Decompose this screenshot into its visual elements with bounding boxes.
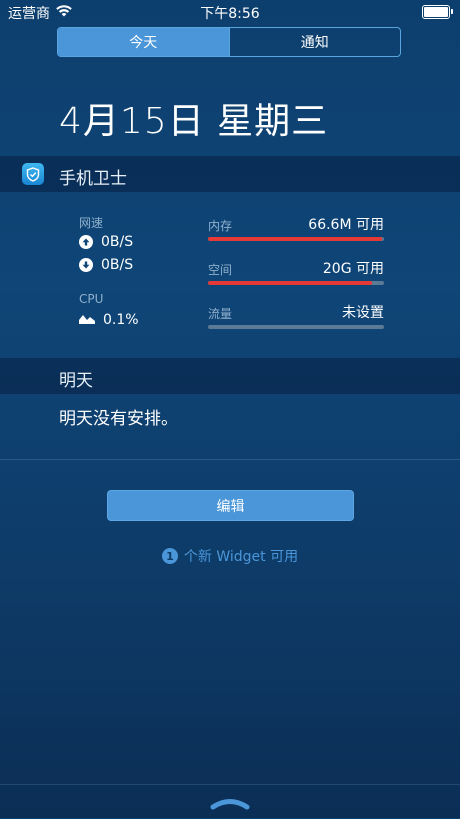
- memory-value: 66.6M 可用: [308, 217, 384, 233]
- security-widget-body[interactable]: 网速 0B/S 0B/S CPU 0.1% 内存 66.6M 可用 空间 20G…: [0, 192, 460, 358]
- traffic-value: 未设置: [342, 305, 384, 321]
- new-widget-text: 个新 Widget 可用: [183, 549, 299, 565]
- download-row: 0B/S: [79, 257, 133, 273]
- traffic-meter: 流量 未设置: [208, 304, 384, 329]
- tab-today[interactable]: 今天: [58, 28, 229, 56]
- chevron-up-handle-icon[interactable]: [210, 795, 250, 810]
- edit-button[interactable]: 编辑: [107, 490, 354, 521]
- download-arrow-icon: [79, 258, 93, 272]
- upload-speed: 0B/S: [101, 234, 134, 250]
- status-bar: 运营商 下午8:56: [0, 0, 460, 24]
- cpu-label: CPU: [79, 292, 104, 306]
- network-speed-label: 网速: [79, 216, 104, 230]
- storage-label: 空间: [208, 263, 233, 277]
- storage-value: 20G 可用: [322, 261, 384, 277]
- date-title: 4月15日 星期三: [59, 101, 329, 142]
- widget-header-tomorrow: 明天: [0, 358, 460, 394]
- cpu-row: 0.1%: [79, 312, 139, 328]
- cpu-chart-icon: [79, 312, 95, 328]
- memory-bar-track: [208, 237, 384, 241]
- bottom-bar: [0, 784, 460, 819]
- traffic-bar-track: [208, 325, 384, 329]
- tomorrow-title: 明天: [59, 371, 93, 391]
- memory-meter: 内存 66.6M 可用: [208, 216, 384, 241]
- new-widget-count-badge: 1: [161, 548, 178, 564]
- storage-meter: 空间 20G 可用: [208, 260, 384, 285]
- new-widget-link[interactable]: 1 个新 Widget 可用: [0, 546, 460, 566]
- upload-row: 0B/S: [79, 234, 133, 250]
- upload-arrow-icon: [79, 235, 93, 249]
- download-speed: 0B/S: [101, 257, 134, 273]
- memory-label: 内存: [208, 219, 233, 233]
- divider: [0, 459, 460, 460]
- storage-bar-track: [208, 281, 384, 285]
- shield-icon: [22, 163, 44, 185]
- tomorrow-text: 明天没有安排。: [59, 409, 178, 429]
- widget-header-security[interactable]: 手机卫士: [0, 156, 460, 192]
- segmented-control: 今天 通知: [57, 27, 401, 57]
- widget-title-security: 手机卫士: [59, 169, 127, 189]
- tab-notifications[interactable]: 通知: [228, 28, 401, 56]
- cpu-value: 0.1%: [103, 312, 139, 328]
- traffic-label: 流量: [208, 307, 233, 321]
- status-time: 下午8:56: [200, 6, 260, 22]
- storage-bar-fill: [208, 281, 372, 285]
- memory-bar-fill: [208, 237, 383, 241]
- battery-icon: [422, 5, 453, 19]
